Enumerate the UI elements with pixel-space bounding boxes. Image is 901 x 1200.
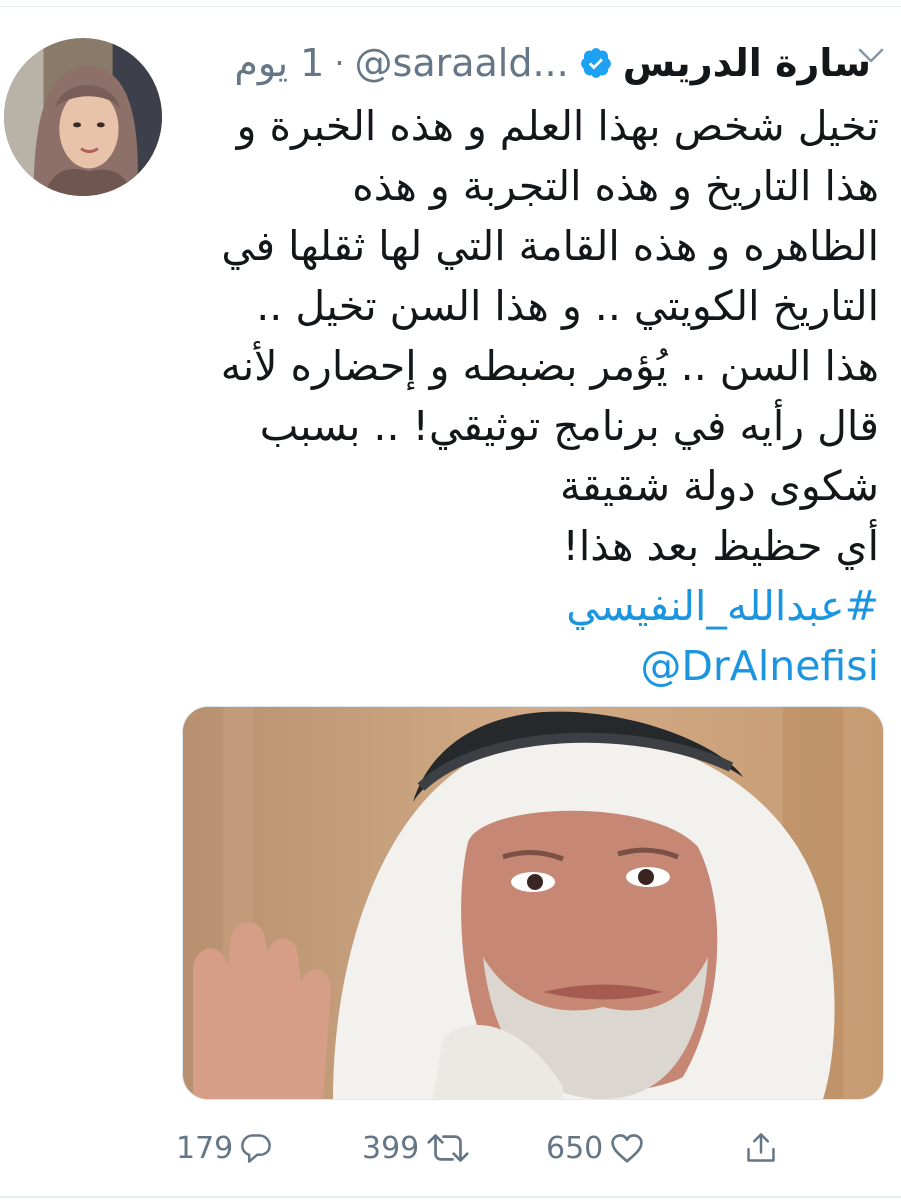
display-name[interactable]: سارة الدريس [623,41,871,85]
tweet-text-line: الظاهره و هذه القامة التي لها ثقلها في [221,222,879,270]
tweet-actions: 179 399 650 [0,1120,901,1176]
share-icon [744,1131,778,1165]
reply-count: 179 [176,1130,234,1166]
top-divider [0,6,901,7]
tweet-text-line: هذا التاريخ و هذه التجربة و هذه [352,162,879,210]
separator-dot: · [334,44,345,82]
tweet-text-line: أي حظيظ بعد هذا! [562,522,879,570]
retweet-count: 399 [362,1130,420,1166]
handle[interactable]: @saraald... [355,41,569,85]
reply-icon [239,1131,273,1165]
chevron-down-icon[interactable] [857,46,885,66]
tweet-text-line: شكوى دولة شقيقة [559,462,879,510]
bottom-divider [0,1196,901,1198]
tweet-text-line: التاريخ الكويتي .. و هذا السن تخيل .. [256,282,879,330]
like-count: 650 [546,1130,604,1166]
timestamp[interactable]: 1 يوم [234,41,324,85]
avatar[interactable] [4,38,162,196]
hashtag-link[interactable]: #عبدالله_النفيسي [159,576,879,636]
tweet-header: سارة الدريس @saraald... · 1 يوم [171,38,871,88]
verified-badge-icon [579,46,613,80]
tweet-media-image[interactable] [182,706,884,1100]
like-action[interactable]: 650 [546,1120,645,1176]
tweet-text-line: هذا السن .. يُؤمر بضبطه و إحضاره لأنه [220,342,879,390]
retweet-action[interactable]: 399 [362,1120,471,1176]
mention-link[interactable]: @DrAlnefisi [159,636,879,696]
reply-action[interactable]: 179 [176,1120,273,1176]
share-action[interactable] [744,1120,778,1176]
tweet-text: تخيل شخص بهذا العلم و هذه الخبرة و هذا ا… [159,96,879,696]
heart-icon [609,1130,645,1166]
tweet-text-line: تخيل شخص بهذا العلم و هذه الخبرة و [236,102,879,150]
avatar-image [4,38,162,196]
retweet-icon [425,1131,471,1165]
tweet-text-line: قال رأيه في برنامج توثيقي! .. بسبب [259,402,879,450]
